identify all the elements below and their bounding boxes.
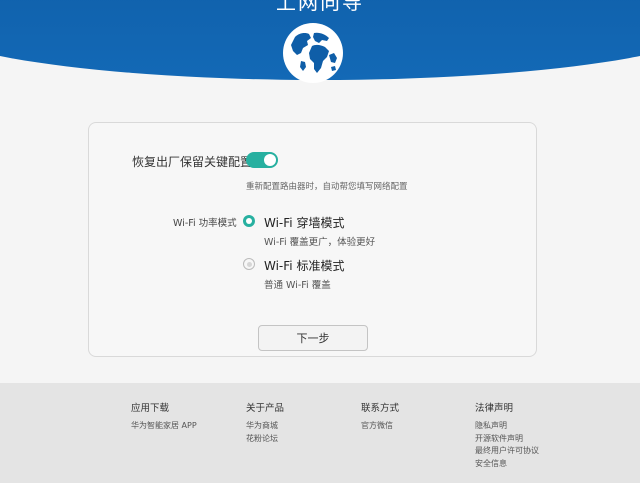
footer-link-huawei-store[interactable]: 华为商城 [246,420,284,433]
footer-column-contact: 联系方式 官方微信 [361,400,399,433]
footer-link-privacy[interactable]: 隐私声明 [475,420,539,433]
footer-heading: 应用下载 [131,403,170,414]
footer-column-about-product: 关于产品 华为商城 花粉论坛 [246,400,284,445]
wifi-power-mode-label: Wi-Fi 功率模式 [173,218,237,229]
reset-keep-config-label: 恢复出厂保留关键配置 [132,155,253,169]
globe-icon [283,23,343,83]
next-step-button[interactable]: 下一步 [258,325,368,351]
footer-heading: 关于产品 [246,403,285,414]
wall-penetration-mode-description: Wi-Fi 覆盖更广，体验更好 [264,237,376,248]
footer-heading: 法律声明 [475,403,514,414]
page-title: 上网向导 [276,0,364,14]
footer-link-official-wechat[interactable]: 官方微信 [361,420,399,433]
footer-link-huafen-forum[interactable]: 花粉论坛 [246,433,284,446]
footer [0,383,640,483]
standard-mode-description: 普通 Wi-Fi 覆盖 [264,280,331,291]
toggle-knob [264,154,276,166]
footer-link-eula[interactable]: 最终用户许可协议 [475,445,539,458]
footer-heading: 联系方式 [361,403,400,414]
standard-mode-radio[interactable] [243,258,255,270]
header-banner: 上网向导 [0,0,640,100]
reset-keep-config-toggle[interactable] [246,152,278,168]
footer-link-huawei-smart-home-app[interactable]: 华为智能家居 APP [131,420,197,433]
footer-column-app-download: 应用下载 华为智能家居 APP [131,400,197,433]
footer-link-security-info[interactable]: 安全信息 [475,458,539,471]
standard-mode-title[interactable]: Wi-Fi 标准模式 [264,257,344,274]
footer-link-open-source[interactable]: 开源软件声明 [475,433,539,446]
footer-column-legal: 法律声明 隐私声明 开源软件声明 最终用户许可协议 安全信息 [475,400,539,470]
wall-penetration-mode-title[interactable]: Wi-Fi 穿墙模式 [264,214,344,231]
reset-keep-config-description: 重新配置路由器时，自动帮您填写网络配置 [246,182,408,192]
wall-penetration-mode-radio[interactable] [243,215,255,227]
